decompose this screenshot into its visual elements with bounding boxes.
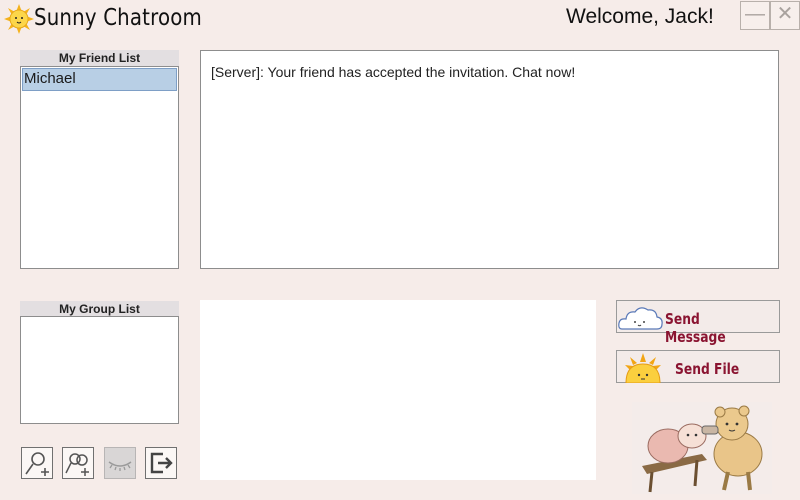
close-button[interactable]: ✕	[770, 1, 800, 30]
hide-eye-icon	[108, 461, 132, 471]
logout-button[interactable]	[145, 447, 177, 479]
sun-icon	[625, 353, 661, 383]
send-message-label: Send Message	[665, 310, 726, 346]
group-list-header: My Group List	[20, 301, 179, 317]
mascot-illustration	[632, 402, 772, 494]
welcome-text: Welcome, Jack!	[566, 5, 714, 28]
minimize-icon: —	[745, 3, 765, 25]
hide-button[interactable]	[104, 447, 136, 479]
message-input[interactable]	[200, 300, 596, 480]
logout-icon	[150, 452, 173, 474]
chat-message: [Server]: Your friend has accepted the i…	[211, 64, 576, 80]
friend-item-michael[interactable]: Michael	[22, 68, 177, 91]
sun-logo-icon	[4, 4, 34, 34]
close-icon: ✕	[776, 3, 794, 25]
chat-display: [Server]: Your friend has accepted the i…	[200, 50, 779, 269]
app-title: Sunny Chatroom	[34, 5, 202, 31]
friend-list-header: My Friend List	[20, 50, 179, 66]
send-message-button[interactable]: Send Message	[616, 300, 780, 346]
add-group-button[interactable]	[62, 447, 94, 479]
friend-list[interactable]: Michael	[20, 66, 179, 269]
group-list[interactable]	[20, 316, 179, 424]
send-file-label: Send File	[675, 360, 740, 378]
cloud-icon	[618, 307, 663, 330]
minimize-button[interactable]: —	[740, 1, 770, 30]
add-friend-icon	[25, 452, 49, 476]
add-friend-button[interactable]	[21, 447, 53, 479]
add-group-icon	[65, 453, 89, 476]
send-file-button[interactable]: Send File	[616, 350, 780, 383]
